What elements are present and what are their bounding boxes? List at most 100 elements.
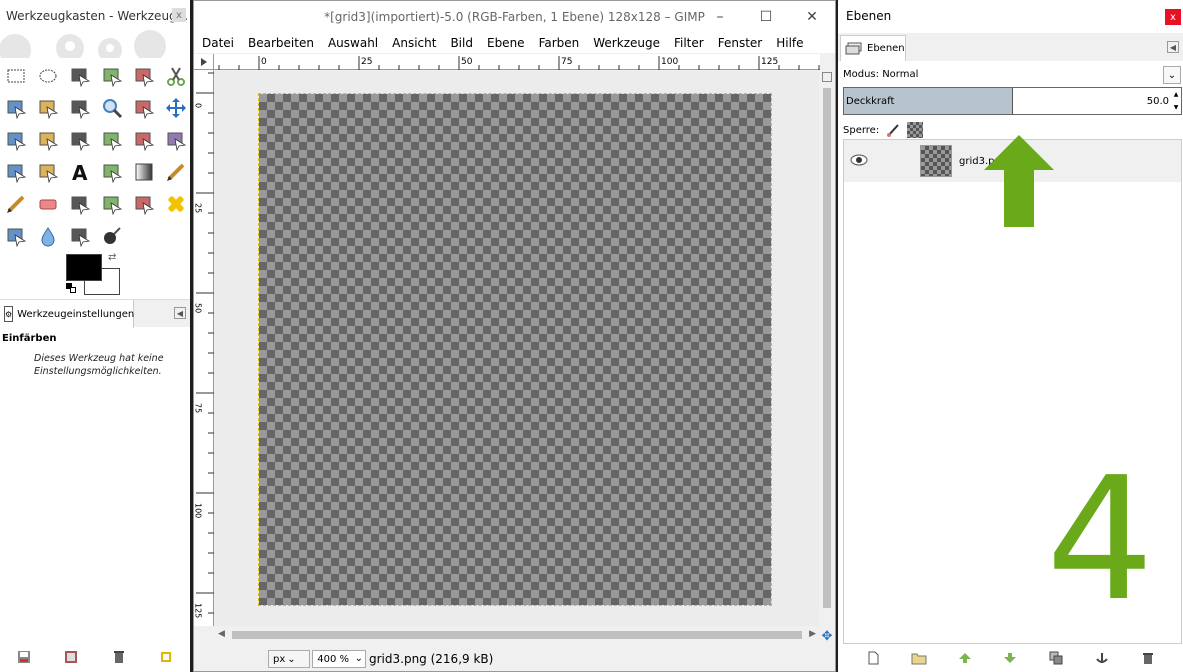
restore-options-icon[interactable] (63, 649, 79, 665)
swap-colors-icon[interactable]: ⇄ (108, 252, 116, 263)
save-options-icon[interactable] (16, 649, 32, 665)
tab-menu-arrow-icon[interactable]: ◀ (1167, 41, 1179, 53)
scroll-right-icon[interactable]: ▶ (809, 629, 816, 639)
lock-alpha-icon[interactable] (907, 122, 924, 138)
vertical-ruler[interactable]: 0 25 50 75 100 125 (194, 70, 214, 626)
vertical-scroll-thumb[interactable] (823, 88, 831, 608)
green-up-arrow-icon (984, 135, 1054, 227)
smudge-icon[interactable] (64, 220, 96, 252)
shear-icon[interactable] (128, 124, 160, 156)
pencil-icon[interactable] (160, 156, 190, 188)
layers-close-button[interactable]: x (1165, 9, 1181, 25)
tab-tool-options-label: Werkzeugeinstellungen (17, 308, 135, 320)
cage-icon[interactable] (32, 156, 64, 188)
gradient-icon[interactable] (128, 156, 160, 188)
flip-icon[interactable] (0, 156, 32, 188)
select-by-color-icon[interactable] (128, 60, 160, 92)
perspective-clone-icon[interactable] (0, 220, 32, 252)
move-icon[interactable] (160, 92, 190, 124)
measure-icon[interactable] (128, 92, 160, 124)
rotate-icon[interactable] (64, 124, 96, 156)
paintbrush-icon[interactable] (0, 188, 32, 220)
bucket-fill-icon[interactable] (96, 156, 128, 188)
zoom-to-fit-icon[interactable] (822, 72, 832, 82)
dodge-burn-icon[interactable] (96, 220, 128, 252)
scissors-icon[interactable] (160, 60, 190, 92)
menu-ebene[interactable]: Ebene (487, 36, 525, 50)
menu-bearbeiten[interactable]: Bearbeiten (248, 36, 314, 50)
layers-dock: Ebenen x Ebenen ◀ Modus: Normal ⌄ Deckkr… (838, 0, 1183, 672)
menu-farben[interactable]: Farben (539, 36, 580, 50)
minimize-button[interactable]: – (697, 1, 743, 33)
mode-dropdown[interactable]: ⌄ (1163, 66, 1181, 84)
airbrush-icon[interactable] (64, 188, 96, 220)
foreground-color[interactable] (66, 254, 102, 281)
heal-icon[interactable] (160, 188, 190, 220)
layers-titlebar: Ebenen x (838, 0, 1183, 32)
lower-layer-icon[interactable] (1002, 650, 1018, 666)
menu-auswahl[interactable]: Auswahl (328, 36, 378, 50)
horizontal-scrollbar[interactable]: ◀ ▶ (214, 627, 820, 643)
menu-filter[interactable]: Filter (674, 36, 704, 50)
raise-layer-icon[interactable] (957, 650, 973, 666)
tab-tool-options[interactable]: ⚙ Werkzeugeinstellungen (0, 300, 134, 328)
layers-icon (845, 42, 862, 54)
scale-icon[interactable] (96, 124, 128, 156)
foreground-select-icon[interactable] (0, 92, 32, 124)
unit-select[interactable]: px ⌄ (268, 650, 310, 668)
zoom-icon[interactable] (96, 92, 128, 124)
new-layer-group-icon[interactable] (911, 650, 927, 666)
menu-datei[interactable]: Datei (202, 36, 234, 50)
lock-pixels-icon[interactable] (885, 122, 901, 138)
duplicate-layer-icon[interactable] (1048, 650, 1064, 666)
toolbox-close-button[interactable]: x (172, 8, 186, 22)
horizontal-scroll-thumb[interactable] (232, 631, 802, 639)
tab-menu-arrow-icon[interactable]: ◀ (174, 307, 186, 319)
chevron-down-icon[interactable]: ⌄ (355, 653, 363, 664)
clone-icon[interactable] (128, 188, 160, 220)
horizontal-ruler[interactable]: 0 25 50 75 100 125 (214, 54, 820, 70)
status-text: grid3.png (216,9 kB) (369, 652, 494, 666)
eye-icon[interactable] (850, 153, 868, 167)
canvas-area[interactable] (215, 71, 819, 626)
ink-icon[interactable] (96, 188, 128, 220)
new-layer-icon[interactable] (865, 650, 881, 666)
free-select-icon[interactable] (64, 60, 96, 92)
maximize-button[interactable]: ☐ (743, 1, 789, 33)
anchor-layer-icon[interactable] (1094, 650, 1110, 666)
blur-icon[interactable] (32, 220, 64, 252)
zoom-select[interactable]: 400 % ⌄ (312, 650, 366, 668)
ellipse-select-icon[interactable] (32, 60, 64, 92)
menu-bild[interactable]: Bild (450, 36, 473, 50)
paths-icon[interactable] (32, 92, 64, 124)
ruler-v-label: 75 (194, 403, 203, 413)
perspective-icon[interactable] (160, 124, 190, 156)
tool-options-tabbar: ⚙ Werkzeugeinstellungen ◀ (0, 299, 190, 328)
opacity-spinner[interactable]: ▲ ▼ (1171, 88, 1181, 114)
menu-ansicht[interactable]: Ansicht (392, 36, 436, 50)
lock-row: Sperre: (843, 122, 924, 138)
opacity-slider[interactable]: Deckkraft 50.0 ▲ ▼ (843, 87, 1182, 115)
ruler-h-label: 50 (461, 57, 473, 67)
rect-select-icon[interactable] (0, 60, 32, 92)
navigate-icon[interactable]: ✥ (820, 629, 834, 644)
crop-icon[interactable] (32, 124, 64, 156)
close-button[interactable]: ✕ (789, 1, 835, 33)
color-picker-icon[interactable] (64, 92, 96, 124)
fuzzy-select-icon[interactable] (96, 60, 128, 92)
menu-fenster[interactable]: Fenster (718, 36, 763, 50)
align-icon[interactable] (0, 124, 32, 156)
default-colors-icon[interactable] (66, 283, 76, 293)
text-icon[interactable]: A (64, 156, 96, 188)
vertical-scrollbar[interactable] (819, 70, 835, 626)
image-canvas[interactable] (258, 93, 772, 606)
tab-layers[interactable]: Ebenen (840, 35, 906, 61)
eraser-icon[interactable] (32, 188, 64, 220)
delete-options-icon[interactable] (111, 649, 127, 665)
menu-hilfe[interactable]: Hilfe (776, 36, 803, 50)
delete-layer-icon[interactable] (1140, 650, 1156, 666)
menu-werkzeuge[interactable]: Werkzeuge (593, 36, 660, 50)
reset-options-icon[interactable] (158, 649, 174, 665)
scroll-left-icon[interactable]: ◀ (218, 629, 225, 639)
quick-mask-corner[interactable] (194, 54, 214, 70)
